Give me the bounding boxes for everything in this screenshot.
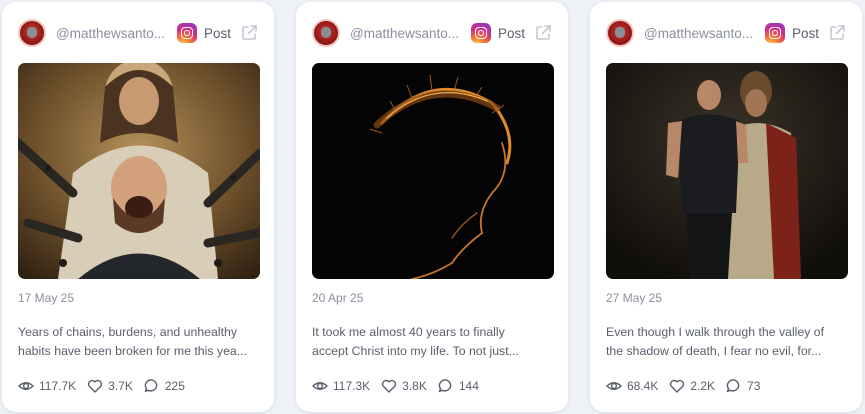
post-caption: Years of chains, burdens, and unhealthy … [18,323,264,361]
account-handle[interactable]: @matthewsanto... [350,26,462,41]
post-type-label: Post [498,25,526,41]
comments-stat: 144 [438,378,479,394]
heart-icon [382,379,397,393]
heart-icon [88,379,103,393]
post-type-label: Post [792,25,820,41]
heart-icon [670,379,685,393]
likes-stat: 3.8K [381,378,427,394]
post-type-label: Post [204,25,232,41]
comments-count: 144 [458,379,479,393]
eye-icon [18,382,34,390]
caption-line: habits have been broken for me this yea.… [18,344,247,358]
post-image[interactable] [312,63,554,279]
post-card[interactable]: @matthewsanto... Post [2,2,274,412]
post-card[interactable]: @matthewsanto... Post [590,2,862,412]
post-date: 20 Apr 25 [312,291,364,305]
likes-count: 2.2K [690,379,716,393]
caption-line: accept Christ into my life. To not just.… [312,344,519,358]
avatar[interactable] [312,19,340,47]
likes-stat: 2.2K [669,378,715,394]
likes-stat: 3.7K [87,378,133,394]
instagram-icon [765,23,785,43]
views-count: 117.3K [333,379,371,393]
caption-line: Even though I walk through the valley of [606,325,825,339]
post-image[interactable] [606,63,848,279]
caption-line: the shadow of death, I fear no evil, for… [606,344,822,358]
post-date: 17 May 25 [18,291,75,305]
eye-icon [606,382,622,390]
instagram-icon [471,23,491,43]
caption-line: It took me almost 40 years to finally [312,325,505,339]
caption-line: Years of chains, burdens, and unhealthy [18,325,237,339]
comments-stat: 73 [726,378,760,394]
comment-icon [726,379,740,393]
views-count: 68.4K [627,379,659,393]
post-card-header: @matthewsanto... Post [606,18,846,48]
avatar[interactable] [606,19,634,47]
comments-count: 225 [164,379,185,393]
post-stats: 117.7K 3.7K 225 [18,378,196,394]
instagram-icon [177,23,197,43]
likes-count: 3.8K [402,379,427,393]
views-stat: 68.4K [606,378,658,394]
comment-icon [144,379,158,393]
post-caption: It took me almost 40 years to finally ac… [312,323,558,361]
external-link-icon[interactable] [828,24,846,42]
views-stat: 117.3K [312,378,370,394]
external-link-icon[interactable] [534,24,552,42]
post-caption: Even though I walk through the valley of… [606,323,852,361]
post-stats: 68.4K 2.2K 73 [606,378,771,394]
post-card-header: @matthewsanto... Post [18,18,258,48]
likes-count: 3.7K [108,379,133,393]
post-card-header: @matthewsanto... Post [312,18,552,48]
post-card[interactable]: @matthewsanto... Post 20 Apr 25 It took … [296,2,568,412]
views-stat: 117.7K [18,378,76,394]
comments-count: 73 [747,379,761,393]
post-stats: 117.3K 3.8K 144 [312,378,490,394]
comment-icon [438,379,452,393]
eye-icon [312,382,328,390]
account-handle[interactable]: @matthewsanto... [644,26,756,41]
comments-stat: 225 [144,378,185,394]
avatar[interactable] [18,19,46,47]
external-link-icon[interactable] [240,24,258,42]
views-count: 117.7K [39,379,77,393]
post-date: 27 May 25 [606,291,663,305]
post-image[interactable] [18,63,260,279]
account-handle[interactable]: @matthewsanto... [56,26,168,41]
